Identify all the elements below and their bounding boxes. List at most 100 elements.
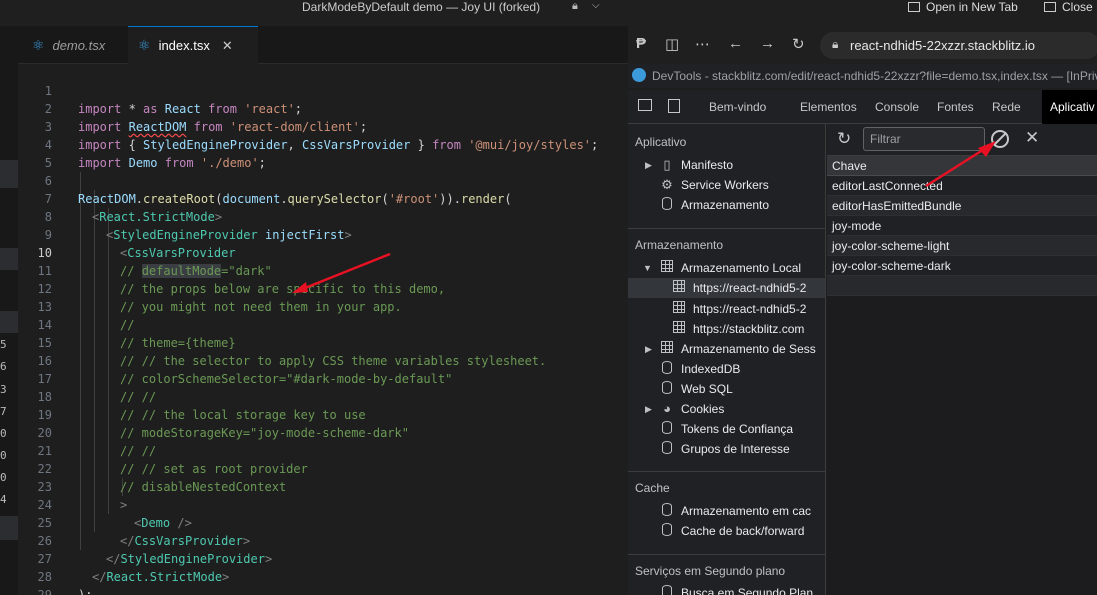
devtools-title-bar: DevTools - stackblitz.com/edit/react-ndh… [628,64,1097,88]
activity-strip: 5 6 3 7 0 0 0 4 [0,26,18,595]
strip-highlight [0,160,18,188]
close-window-icon [1044,2,1056,12]
code-line: 26 </StyledEngineProvider> [18,514,628,566]
react-icon: ⚛ [138,37,151,53]
split-view-icon[interactable]: ◫ [665,35,679,53]
sidebar-item-manifesto[interactable]: ▶ ▯ Manifesto [628,155,825,175]
open-new-tab-icon [908,2,920,12]
code-line: 5 [18,136,628,170]
delete-selected-icon[interactable]: ✕ [1025,128,1039,148]
table-icon [659,341,675,356]
code-line: 3 import { StyledEngineProvider, CssVars… [18,100,628,152]
database-icon [659,361,675,377]
code-line: 25 </CssVarsProvider> [18,496,628,548]
table-row-empty [827,276,1097,296]
sidebar-item-cookies[interactable]: ▶ ◕ Cookies [628,399,825,419]
code-text: ); [78,588,93,595]
tab-rede[interactable]: Rede [992,100,1021,114]
section-cache: Cache [635,481,670,495]
sidebar-item-cache-storage[interactable]: Armazenamento em cac [628,501,825,521]
cookie-icon: ◕ [663,401,671,416]
code-line: 7 <React.StrictMode> [18,172,628,224]
close-tab-icon[interactable]: ✕ [222,38,233,54]
code-line: 21 // // set as root provider [18,424,628,476]
code-line: 4 import Demo from './demo'; [18,118,628,170]
code-line: 28 ); [18,550,628,595]
lock-icon[interactable]: 🔒︎ [572,0,578,13]
collapse-icon[interactable]: ▼ [643,263,652,273]
code-line: 20 // // [18,406,628,458]
table-row[interactable]: joy-color-scheme-light [827,236,1097,256]
tab-index-tsx[interactable]: ⚛ index.tsx ✕ [128,26,258,64]
table-row[interactable]: joy-color-scheme-dark [827,256,1097,276]
sidebar-item-web-sql[interactable]: Web SQL [628,379,825,399]
database-icon [659,523,675,539]
expand-icon[interactable]: ▶ [645,404,652,415]
code-line: 17 // // [18,352,628,404]
gutter-number: 3 [0,383,7,396]
code-line: 29 [18,568,628,595]
address-bar[interactable]: 🔒︎ react-ndhid5-22xzzr.stackblitz.io [820,32,1097,59]
sidebar-item-armazenamento[interactable]: Armazenamento [628,195,825,215]
tab-demo-tsx[interactable]: ⚛ demo.tsx [32,26,105,64]
refresh-icon[interactable]: ↻ [837,129,851,149]
tab-bem-vindo[interactable]: Bem-vindo [709,100,766,114]
sidebar-item-local-storage[interactable]: ▼ Armazenamento Local [628,258,825,278]
code-editor[interactable]: 1 import * as React from 'react'; 2 impo… [18,64,628,595]
gutter-number: 0 [0,427,7,440]
sidebar-item-session-storage[interactable]: ▶ Armazenamento de Sess [628,339,825,359]
sidebar-item-background-fetch[interactable]: Busca em Segundo Plan [628,583,825,595]
gutter-number: 5 [0,338,7,351]
line-number: 29 [37,588,52,595]
database-icon [659,381,675,397]
forward-icon[interactable]: → [760,35,775,52]
tab-label: index.tsx [158,38,210,53]
code-line: 24 <Demo /> [18,478,628,530]
close-button[interactable]: Close [1044,0,1093,14]
inspect-icon[interactable] [638,99,652,111]
sidebar-item-service-workers[interactable]: ⚙ Service Workers [628,175,825,195]
tab-elementos[interactable]: Elementos [800,100,857,114]
stackblitz-icon[interactable]: ₱ [636,35,646,52]
sidebar-item-origin[interactable]: https://react-ndhid5-2 [628,278,825,298]
code-line: 27 </React.StrictMode> [18,532,628,584]
sidebar-item-origin[interactable]: https://stackblitz.com [628,319,825,339]
expand-icon[interactable]: ▶ [645,160,652,171]
back-icon[interactable]: ← [728,35,743,52]
more-icon[interactable]: ⋯ [695,35,710,53]
gutter-number: 7 [0,405,7,418]
gear-icon: ⚙ [661,177,673,192]
tab-aplicativo[interactable]: Aplicativ [1042,90,1097,124]
code-line: 23 > [18,460,628,512]
editor-tab-bar: ⚛ demo.tsx ⚛ index.tsx ✕ [18,26,630,64]
sidebar-item-trust-tokens[interactable]: Tokens de Confiança [628,419,825,439]
open-in-new-tab-button[interactable]: Open in New Tab [908,0,1018,14]
sidebar-item-indexeddb[interactable]: IndexedDB [628,359,825,379]
device-emulation-icon[interactable] [668,99,680,113]
window-title: DarkModeByDefault demo — Joy UI (forked) [302,0,541,14]
chevron-down-icon[interactable]: ⌵ [592,0,600,11]
table-row[interactable]: joy-mode [827,216,1097,236]
table-icon [671,301,687,316]
gutter-number: 0 [0,449,7,462]
tab-fontes[interactable]: Fontes [937,100,974,114]
tab-console[interactable]: Console [875,100,919,114]
database-icon [659,503,675,519]
code-line: 2 import ReactDOM from 'react-dom/client… [18,82,628,134]
code-line-active: 10 // defaultMode="dark" [18,226,628,278]
code-line: 22 // disableNestedContext [18,442,628,494]
sidebar-item-bfcache[interactable]: Cache de back/forward [628,521,825,541]
strip-highlight [0,516,18,540]
title-bar: DarkModeByDefault demo — Joy UI (forked)… [0,0,1097,26]
gutter-number: 6 [0,360,7,373]
refresh-icon[interactable]: ↻ [792,35,805,53]
sidebar-item-interest-groups[interactable]: Grupos de Interesse [628,439,825,459]
code-line: 18 // // the local storage key to use [18,370,628,422]
url-text: react-ndhid5-22xzzr.stackblitz.io [850,38,1035,53]
table-row[interactable]: editorHasEmittedBundle [827,196,1097,216]
sidebar-item-origin[interactable]: https://react-ndhid5-2 [628,299,825,319]
table-icon [671,280,687,295]
application-sidebar: Aplicativo ▶ ▯ Manifesto ⚙ Service Worke… [628,124,826,595]
table-empty-area [827,296,1097,595]
expand-icon[interactable]: ▶ [645,344,652,355]
